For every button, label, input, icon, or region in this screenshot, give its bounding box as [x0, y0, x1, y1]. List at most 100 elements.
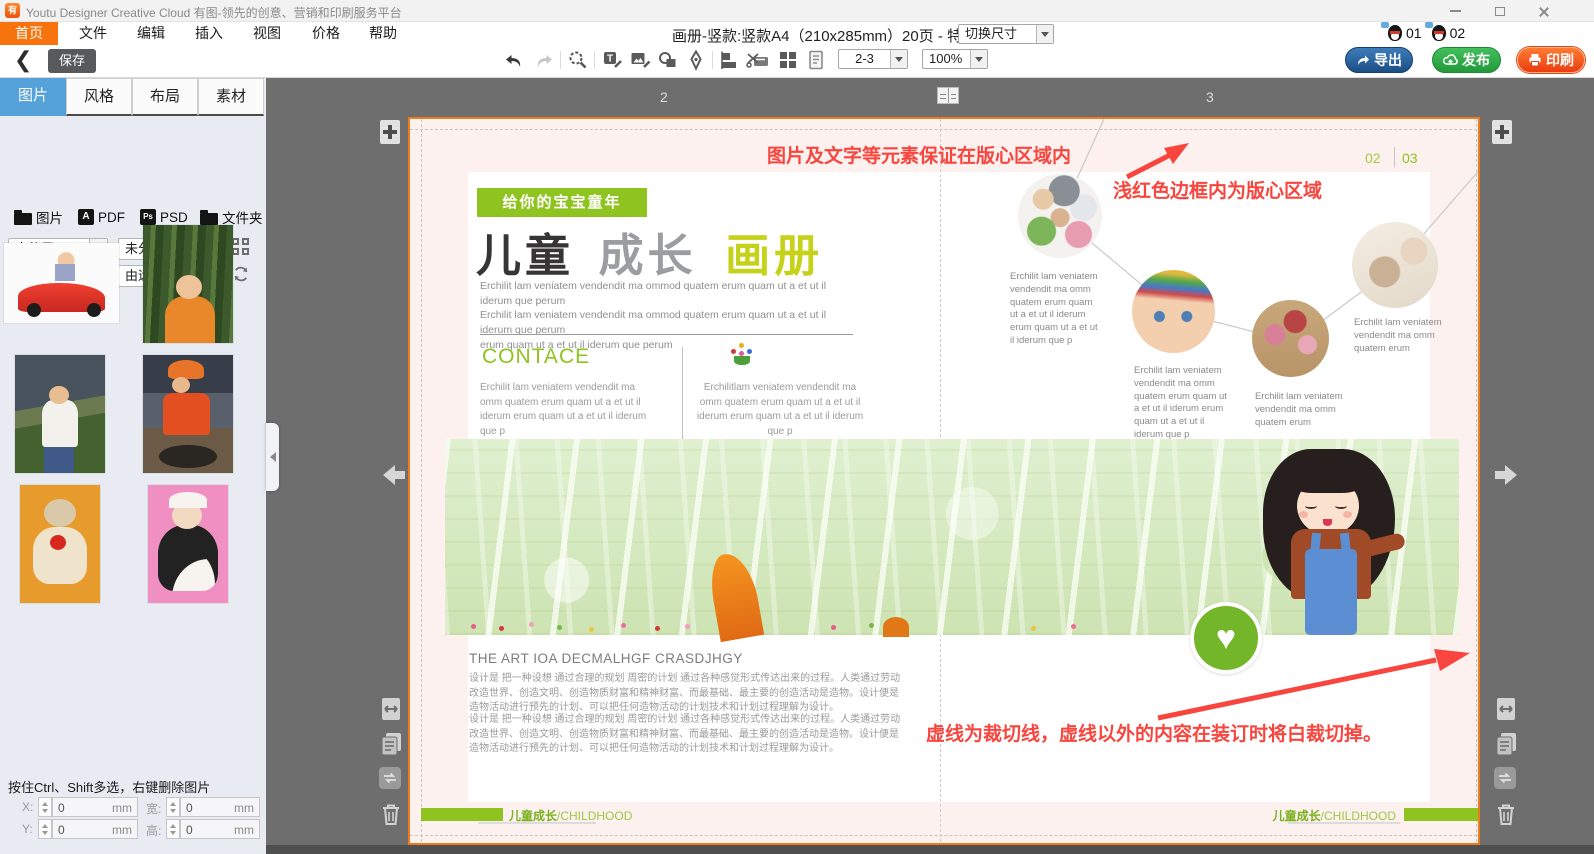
photo-caption-3[interactable]: Erchilit lam veniatem vendendit ma omm q…: [1255, 391, 1347, 429]
tab-images[interactable]: 图片: [0, 78, 66, 116]
undo-button[interactable]: [503, 48, 527, 72]
swap-page-button[interactable]: [1493, 766, 1517, 792]
chevron-down-icon[interactable]: [1036, 25, 1053, 43]
chevron-down-icon[interactable]: [970, 50, 987, 68]
zoom-select-button[interactable]: [566, 48, 590, 72]
thumbnail-boy-chef-cooking[interactable]: [143, 355, 233, 473]
art-paragraph-1[interactable]: 设计是 把一种设想 通过合理的规划 周密的计划 通过各种感觉形式传达出来的过程。…: [469, 672, 903, 716]
thumbnail-boy-in-bamboo-forest[interactable]: [143, 225, 233, 343]
page-resize-button[interactable]: [379, 696, 403, 722]
divider-line[interactable]: [480, 334, 853, 335]
heart-icon: ♥: [1216, 619, 1236, 658]
menu-view[interactable]: 视图: [244, 22, 290, 45]
width-stepper[interactable]: [166, 797, 180, 817]
menu-edit[interactable]: 编辑: [128, 22, 174, 45]
edit-image-button[interactable]: [628, 48, 652, 72]
redo-button[interactable]: [531, 48, 555, 72]
y-stepper[interactable]: [38, 819, 52, 839]
delete-page-button[interactable]: [379, 801, 403, 827]
heart-badge[interactable]: ♥: [1190, 602, 1262, 674]
tab-layout[interactable]: 布局: [132, 78, 198, 116]
title-text-object[interactable]: 儿童 成长 画册: [476, 219, 823, 284]
photo-kids-playing[interactable]: [1252, 300, 1329, 377]
sidebar-collapse-handle[interactable]: [266, 423, 279, 491]
publish-button[interactable]: 发布: [1432, 47, 1501, 73]
photo-sleeping-baby[interactable]: [1352, 222, 1438, 308]
document-title: 画册-竖款:竖款A4（210x285mm）20页 - 特: [672, 25, 962, 46]
menu-insert[interactable]: 插入: [186, 22, 232, 45]
horizontal-scrollbar[interactable]: [266, 845, 1594, 854]
page-range-dropdown[interactable]: 2-3: [838, 49, 908, 69]
print-button[interactable]: 印刷: [1517, 47, 1585, 73]
red-arrow-2-head: [1434, 649, 1470, 671]
chevron-down-icon[interactable]: [890, 50, 907, 68]
add-page-after-button[interactable]: [1492, 120, 1512, 144]
contact-heading[interactable]: CONTACE: [482, 345, 590, 369]
import-images-button[interactable]: 图片: [14, 206, 63, 228]
tab-material[interactable]: 素材: [198, 78, 264, 116]
delete-page-button[interactable]: [1494, 801, 1518, 827]
art-heading[interactable]: THE ART IOA DECMALHGF CRASDJHGY: [469, 651, 743, 666]
height-stepper[interactable]: [166, 819, 180, 839]
photo-face-paint-boy[interactable]: [1132, 270, 1215, 353]
refresh-button[interactable]: [231, 264, 251, 289]
thumbnail-baby-in-spotted-suit-pink-bg[interactable]: [148, 485, 228, 603]
width-field[interactable]: 0mm: [180, 797, 260, 817]
single-page-view-button[interactable]: [804, 48, 828, 72]
banner-text-object[interactable]: 给你的宝宝童年: [477, 188, 647, 217]
swap-page-button[interactable]: [378, 766, 402, 792]
menu-price[interactable]: 价格: [303, 22, 349, 45]
photo-caption-2[interactable]: Erchilit lam veniatem vendendit ma omm q…: [1134, 365, 1228, 442]
contact-column-1[interactable]: Erchilit lam veniatem vendendit ma omm q…: [480, 381, 656, 439]
thumbnail-baby-with-apple-orange-bg[interactable]: [20, 485, 100, 603]
pen-tool-button[interactable]: [684, 48, 708, 72]
thumbnail-boy-in-front-of-house[interactable]: [15, 355, 105, 473]
intro-text-object[interactable]: Erchilit lam veniatem vendendit ma ommod…: [480, 279, 858, 352]
zoom-level-dropdown[interactable]: 100%: [922, 49, 988, 69]
y-field[interactable]: 0mm: [52, 819, 138, 839]
spread-canvas[interactable]: 02 03 给你的宝宝童年 儿童 成长 画册 Erchilit lam veni…: [408, 117, 1480, 845]
spread-view-icon[interactable]: [937, 87, 959, 104]
edit-text-button[interactable]: T: [600, 48, 624, 72]
crop-cut-button[interactable]: [746, 48, 770, 72]
qq-penguin-icon[interactable]: [1388, 25, 1402, 41]
contact-column-2[interactable]: Erchilitlam veniatem vendendit ma omm qu…: [694, 381, 866, 439]
menu-file[interactable]: 文件: [70, 22, 116, 45]
prev-spread-button[interactable]: [381, 463, 407, 487]
art-paragraph-2[interactable]: 设计是 把一种设想 通过合理的规划 周密的计划 通过各种感觉形式传达出来的过程。…: [469, 713, 903, 757]
copy-page-button[interactable]: [1494, 731, 1518, 757]
footer-bar-right[interactable]: [1404, 808, 1480, 821]
menu-home[interactable]: 首页: [0, 22, 58, 45]
next-spread-button[interactable]: [1493, 463, 1519, 487]
add-page-before-button[interactable]: [380, 120, 400, 144]
import-pdf-button[interactable]: A PDF: [78, 206, 125, 228]
tab-style[interactable]: 风格: [66, 78, 132, 116]
menu-help[interactable]: 帮助: [360, 22, 406, 45]
thumbnail-baby-in-red-toy-car[interactable]: [4, 243, 119, 323]
window-minimize-button[interactable]: [1440, 0, 1470, 22]
x-stepper[interactable]: [38, 797, 52, 817]
export-button[interactable]: 导出: [1345, 47, 1413, 73]
swap-icon: [1493, 766, 1517, 790]
footer-bar-left[interactable]: [421, 808, 503, 821]
x-field[interactable]: 0mm: [52, 797, 138, 817]
view-mode-grid-button[interactable]: [232, 238, 250, 256]
copy-page-button[interactable]: [379, 731, 403, 757]
forest-illustration[interactable]: [445, 439, 1459, 635]
layout-grid-button[interactable]: [776, 48, 800, 72]
save-button[interactable]: 保存: [48, 49, 96, 73]
qq-penguin-icon[interactable]: [1432, 25, 1446, 41]
switch-size-dropdown[interactable]: 切换尺寸: [958, 24, 1054, 44]
brand-logo-icon[interactable]: [730, 343, 754, 367]
back-button[interactable]: ❮: [14, 47, 32, 73]
align-button[interactable]: [718, 48, 742, 72]
page-resize-button[interactable]: [1494, 696, 1518, 722]
window-maximize-button[interactable]: [1485, 0, 1515, 22]
photo-kids-circle[interactable]: [1018, 174, 1102, 258]
toolbar: ❮ 保存 T: [0, 45, 1594, 78]
height-field[interactable]: 0mm: [180, 819, 260, 839]
window-close-button[interactable]: [1528, 0, 1558, 22]
photo-caption-4[interactable]: Erchilit lam veniatem vendendit ma omm q…: [1354, 317, 1452, 355]
photo-caption-1[interactable]: Erchilit lam veniatem vendendit ma omm q…: [1010, 271, 1102, 348]
shapes-button[interactable]: [656, 48, 680, 72]
